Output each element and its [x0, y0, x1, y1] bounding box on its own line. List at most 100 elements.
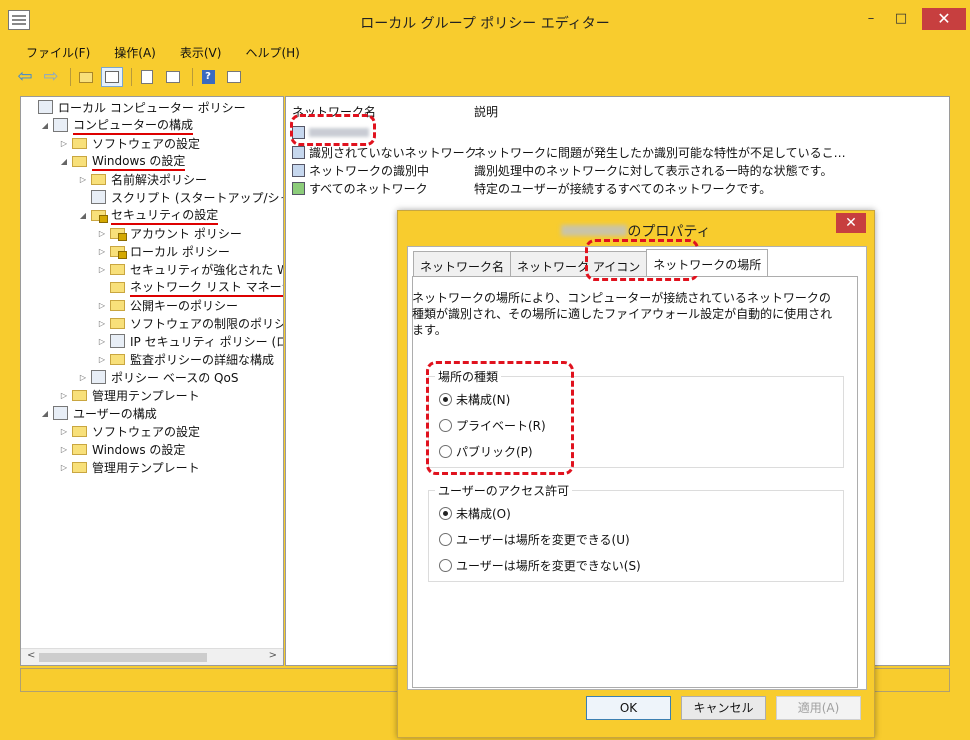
tree-item[interactable]: ▷ 管理用テンプレート [59, 458, 200, 476]
maximize-button[interactable]: □ [890, 12, 912, 26]
menu-help[interactable]: ヘルプ(H) [233, 41, 311, 63]
collapsed-arrow-icon[interactable]: ▷ [59, 139, 69, 148]
list-item-name: すべてのネットワーク [309, 181, 428, 196]
security-folder-icon [91, 209, 108, 223]
folder-icon [110, 281, 125, 293]
dialog-title: のプロパティ [398, 221, 874, 241]
collapsed-arrow-icon[interactable]: ▷ [59, 391, 69, 400]
view-button[interactable] [223, 67, 245, 87]
ok-button[interactable]: OK [586, 696, 671, 720]
show-tree-button[interactable] [101, 67, 123, 87]
collapsed-arrow-icon[interactable]: ▷ [59, 427, 69, 436]
menu-action[interactable]: 操作(A) [102, 41, 168, 63]
radio-not-configured-permission[interactable]: 未構成(O) [439, 505, 511, 522]
close-button[interactable]: ✕ [922, 8, 966, 30]
tree-item[interactable]: ▷ IP セキュリティ ポリシー (ローカル [97, 332, 283, 350]
export-button[interactable] [162, 67, 184, 87]
tree-item[interactable]: ▷ 公開キーのポリシー [97, 296, 238, 314]
menu-view[interactable]: 表示(V) [168, 41, 234, 63]
tree-item[interactable]: スクリプト (スタートアップ/シャットダウン) [78, 188, 283, 206]
expanded-arrow-icon[interactable]: ◢ [40, 121, 50, 130]
tree-item[interactable]: ▷ ローカル ポリシー [97, 242, 230, 260]
collapsed-arrow-icon[interactable]: ▷ [78, 373, 88, 382]
user-permission-group: ユーザーのアクセス許可 未構成(O) ユーザーは場所を変更できる(U) ユーザー… [428, 482, 844, 582]
folder-icon [110, 299, 125, 311]
tree-item[interactable]: ▷ 監査ポリシーの詳細な構成 [97, 350, 274, 368]
tree-item[interactable]: ◢ コンピューターの構成 [40, 116, 194, 135]
tree-item-label: ネットワーク リスト マネージャー ポリシー [130, 278, 283, 297]
tree-item[interactable]: ネットワーク リスト マネージャー ポリシー [97, 278, 283, 297]
collapsed-arrow-icon[interactable]: ▷ [78, 175, 88, 184]
tree-item[interactable]: ▷ セキュリティが強化された Windows [97, 260, 283, 278]
tree-item[interactable]: ◢ Windows の設定 [59, 152, 186, 171]
horizontal-scrollbar[interactable]: < > [21, 648, 283, 665]
collapsed-arrow-icon[interactable]: ▷ [59, 445, 69, 454]
tree-item-label: IP セキュリティ ポリシー (ローカル [130, 334, 283, 349]
tree-item[interactable]: ▷ ソフトウェアの制限のポリシー [97, 314, 283, 332]
tree-item[interactable]: ▷ 名前解決ポリシー [78, 170, 207, 188]
up-folder-button[interactable] [75, 67, 97, 87]
collapsed-arrow-icon[interactable]: ▷ [97, 355, 107, 364]
shield-icon [110, 334, 125, 348]
tree-item-label: アカウント ポリシー [130, 226, 242, 241]
annotation-highlight [426, 361, 574, 475]
tree-item[interactable]: ▷ アカウント ポリシー [97, 224, 242, 242]
forward-button[interactable]: ⇨ [40, 67, 62, 87]
collapsed-arrow-icon[interactable]: ▷ [59, 463, 69, 472]
dialog-close-button[interactable]: ✕ [836, 213, 866, 233]
folder-icon [72, 443, 87, 455]
tree-item[interactable]: ▷ 管理用テンプレート [59, 386, 200, 404]
tree-item[interactable]: ローカル コンピューター ポリシー [25, 98, 246, 116]
tree-item[interactable]: ▷ Windows の設定 [59, 440, 185, 458]
radio-user-cannot-change[interactable]: ユーザーは場所を変更できない(S) [439, 557, 641, 574]
properties-button[interactable] [136, 67, 158, 87]
tree-item-label: ユーザーの構成 [73, 406, 157, 421]
list-item-name: ネットワークの識別中 [309, 163, 430, 178]
list-item[interactable]: すべてのネットワーク 特定のユーザーが接続するすべてのネットワークです。 [292, 179, 771, 197]
tree-item-label: ソフトウェアの設定 [92, 424, 201, 439]
cancel-button[interactable]: キャンセル [681, 696, 766, 720]
tree-item[interactable]: ◢ ユーザーの構成 [40, 404, 157, 422]
scroll-thumb[interactable] [39, 653, 207, 662]
title-bar[interactable]: ローカル グループ ポリシー エディター – □ ✕ [0, 0, 970, 40]
list-item[interactable]: ネットワークの識別中 識別処理中のネットワークに対して表示される一時的な状態です… [292, 161, 832, 179]
folder-icon [72, 155, 87, 167]
toolbar-separator [131, 68, 132, 86]
folder-icon [72, 389, 87, 401]
tree-item-label: ローカル ポリシー [130, 244, 230, 259]
tree-item[interactable]: ▷ ポリシー ベースの QoS [78, 368, 238, 386]
apply-button[interactable]: 適用(A) [776, 696, 861, 720]
minimize-button[interactable]: – [860, 12, 882, 26]
tree-item-label: コンピューターの構成 [73, 116, 194, 135]
back-button[interactable]: ⇦ [14, 67, 36, 87]
collapsed-arrow-icon[interactable]: ▷ [97, 337, 107, 346]
tree-item[interactable]: ▷ ソフトウェアの設定 [59, 134, 200, 152]
list-item-name: 識別されていないネットワーク [309, 145, 477, 160]
list-item-description: 識別処理中のネットワークに対して表示される一時的な状態です。 [474, 163, 833, 178]
help-button[interactable]: ? [197, 67, 219, 87]
expanded-arrow-icon[interactable]: ◢ [40, 409, 50, 418]
scroll-left-icon[interactable]: < [27, 650, 35, 661]
collapsed-arrow-icon[interactable]: ▷ [97, 229, 107, 238]
collapsed-arrow-icon[interactable]: ▷ [97, 319, 107, 328]
menu-file[interactable]: ファイル(F) [14, 41, 102, 63]
radio-user-can-change[interactable]: ユーザーは場所を変更できる(U) [439, 531, 630, 548]
expanded-arrow-icon[interactable]: ◢ [78, 211, 88, 220]
tree-item[interactable]: ▷ ソフトウェアの設定 [59, 422, 200, 440]
tab-network-location[interactable]: ネットワークの場所 [646, 249, 769, 276]
tab-network-name[interactable]: ネットワーク名 [413, 251, 512, 276]
collapsed-arrow-icon[interactable]: ▷ [97, 265, 107, 274]
column-header-description[interactable]: 説明 [474, 103, 498, 120]
computer-icon [53, 118, 68, 132]
collapsed-arrow-icon[interactable]: ▷ [97, 247, 107, 256]
grid-view-icon [227, 71, 241, 83]
expanded-arrow-icon[interactable]: ◢ [59, 157, 69, 166]
tree-item[interactable]: ◢ セキュリティの設定 [78, 206, 219, 225]
all-networks-icon [292, 181, 305, 195]
tree-item-label: 管理用テンプレート [92, 388, 200, 403]
tree-pane[interactable]: ローカル コンピューター ポリシー ◢ コンピューターの構成 ▷ ソフトウェアの設定 ◢ W… [20, 96, 284, 666]
toolbar-separator [192, 68, 193, 86]
script-icon [91, 190, 106, 204]
scroll-right-icon[interactable]: > [269, 650, 277, 661]
collapsed-arrow-icon[interactable]: ▷ [97, 301, 107, 310]
